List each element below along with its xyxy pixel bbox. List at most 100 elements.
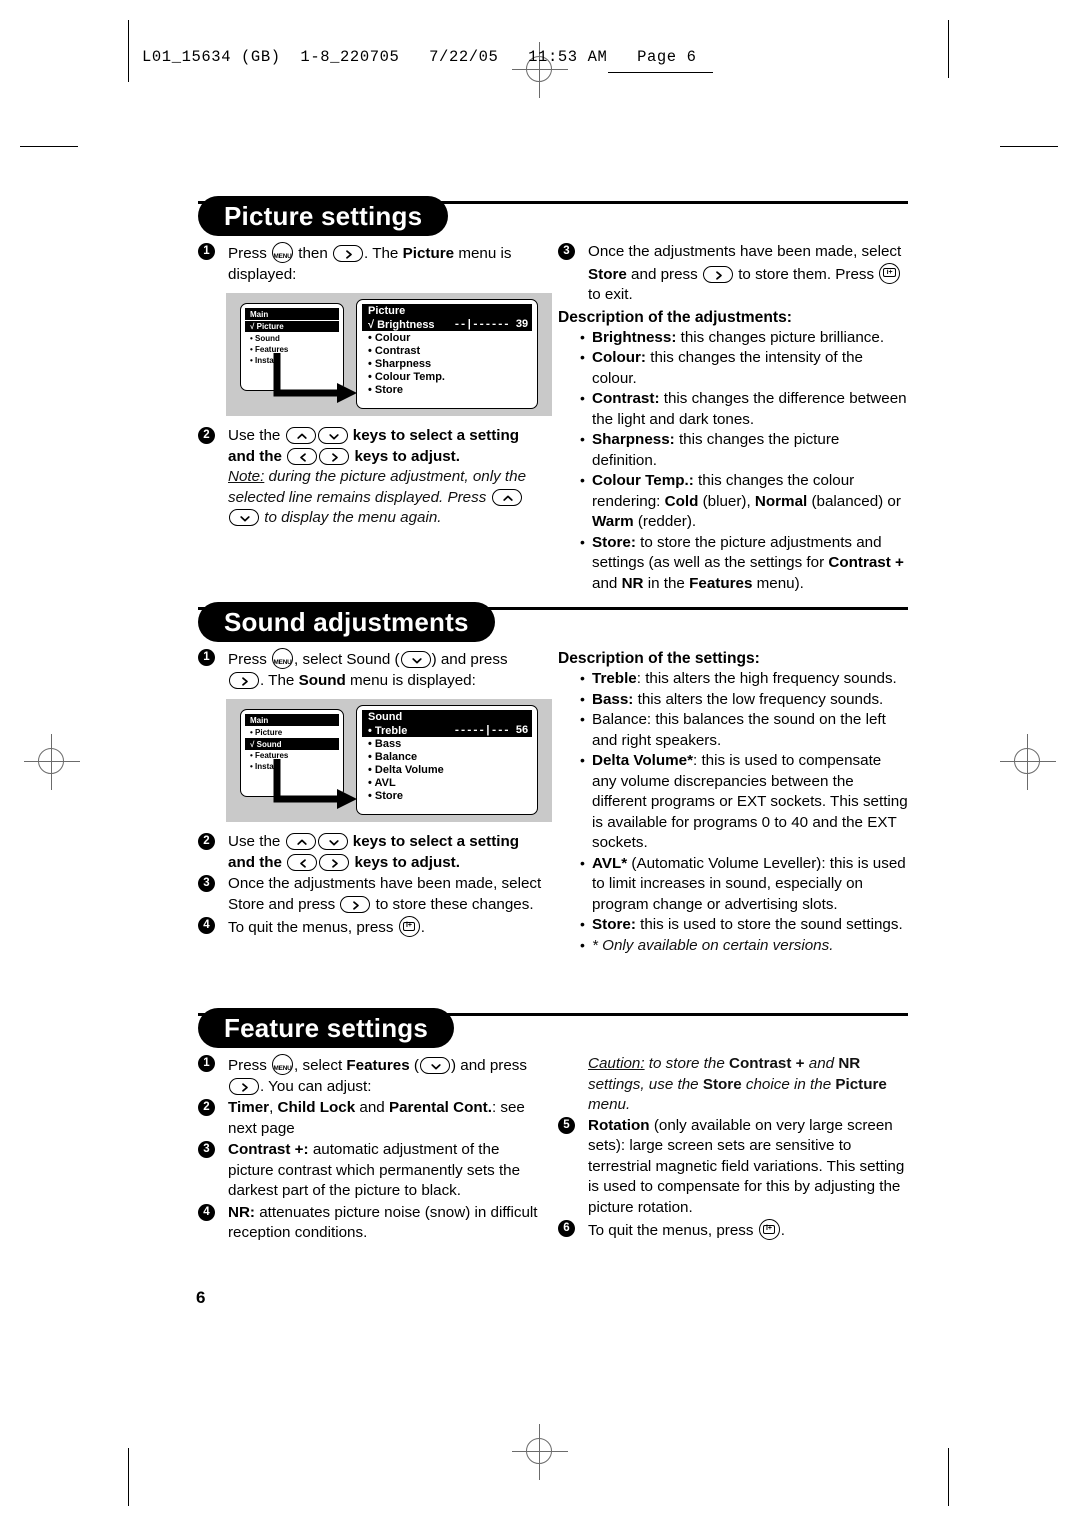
right-arrow-key-icon[interactable] bbox=[319, 447, 350, 465]
main-menu-title: Main bbox=[245, 714, 339, 726]
exit-info-button-icon[interactable] bbox=[758, 1219, 780, 1240]
features-keyword: Features bbox=[346, 1057, 410, 1074]
bullet-term: Brightness: bbox=[592, 328, 677, 346]
left-arrow-key-icon[interactable] bbox=[287, 853, 318, 871]
caution-label: Caution: bbox=[588, 1055, 645, 1072]
bullet-term: Contrast: bbox=[592, 390, 660, 407]
bullet-text: menu). bbox=[752, 574, 804, 592]
list-item: Treble: this alters the high frequency s… bbox=[580, 668, 908, 690]
menu-button-icon[interactable]: MENU bbox=[272, 242, 294, 263]
main-menu-item-sound[interactable]: √ Sound bbox=[245, 738, 339, 750]
right-arrow-key-icon[interactable] bbox=[319, 853, 350, 871]
submenu-item-sharpness[interactable]: • Sharpness bbox=[362, 357, 532, 370]
up-arrow-key-icon[interactable] bbox=[285, 427, 316, 444]
submenu-item-treble[interactable]: • Treble -----|--- 56 bbox=[362, 724, 532, 737]
down-arrow-key-icon[interactable] bbox=[229, 509, 259, 526]
list-item: Bass: this alters the low frequency soun… bbox=[580, 689, 908, 711]
menu-button-icon[interactable]: MENU bbox=[272, 648, 294, 669]
step-text-part: . bbox=[780, 1222, 785, 1239]
bullet-text: this alters the low frequency sounds. bbox=[633, 690, 884, 708]
up-arrow-key-icon[interactable] bbox=[491, 488, 522, 506]
right-arrow-key-icon[interactable] bbox=[702, 265, 733, 283]
list-item: Sharpness: this changes the picture defi… bbox=[580, 429, 908, 471]
picture-step-2: 2 Use the keys to select a setting and t… bbox=[198, 426, 543, 529]
step-number: 2 bbox=[198, 427, 215, 444]
picture-description-title: Description of the adjustments: bbox=[558, 308, 792, 326]
submenu-title: Picture bbox=[362, 304, 532, 318]
picture-step-3: 3 Once the adjustments have been made, s… bbox=[558, 242, 908, 306]
step-text-part: and bbox=[355, 1099, 389, 1116]
bullet-term: Colour: bbox=[592, 349, 646, 366]
submenu-item-balance[interactable]: • Balance bbox=[362, 750, 532, 763]
bullet-term: Treble bbox=[592, 670, 637, 687]
menu-button-icon[interactable]: MENU bbox=[272, 1054, 294, 1075]
step-text-part: to store these changes. bbox=[371, 895, 534, 913]
feature-settings-columns: 1 Press MENU, select Features () and pre… bbox=[198, 1054, 908, 1284]
page-title-sound-adjustments: Sound adjustments bbox=[198, 602, 495, 642]
store-keyword: Store bbox=[588, 265, 627, 283]
section-picture-settings: Picture settings 1 Press MENU then . The… bbox=[198, 196, 908, 592]
step-text-part: attenuates picture noise (snow) in diffi… bbox=[228, 1203, 538, 1242]
bullet-term: AVL* bbox=[592, 854, 628, 872]
bullet-bold: Normal bbox=[754, 492, 808, 510]
feature-settings-heading-row: Feature settings bbox=[198, 1008, 908, 1054]
store-keyword: Store bbox=[702, 1075, 742, 1093]
bullet-term: Store: bbox=[592, 916, 636, 933]
step-text-part: Press bbox=[228, 245, 272, 262]
submenu-item-colour-temp[interactable]: • Colour Temp. bbox=[362, 370, 532, 383]
submenu-item-store[interactable]: • Store bbox=[362, 383, 532, 396]
step-number: 4 bbox=[198, 917, 215, 934]
sound-step-3: 3 Once the adjustments have been made, s… bbox=[198, 874, 543, 915]
main-menu-item-picture[interactable]: √ Picture bbox=[245, 321, 339, 333]
contrast-plus-keyword: Contrast + bbox=[729, 1055, 805, 1072]
submenu-item-avl[interactable]: • AVL bbox=[362, 776, 532, 789]
page-title-picture-settings: Picture settings bbox=[198, 196, 449, 236]
contrast-plus-keyword: Contrast +: bbox=[228, 1141, 309, 1158]
down-arrow-key-icon[interactable] bbox=[400, 651, 431, 668]
exit-info-button-icon[interactable] bbox=[398, 916, 420, 937]
submenu-item-brightness[interactable]: √ Brightness --|------ 39 bbox=[362, 318, 532, 331]
right-arrow-key-icon[interactable] bbox=[340, 895, 371, 913]
right-arrow-key-icon[interactable] bbox=[333, 245, 364, 262]
submenu-item-contrast[interactable]: • Contrast bbox=[362, 344, 532, 357]
main-menu-item-sound[interactable]: • Sound bbox=[245, 332, 339, 343]
down-arrow-key-icon[interactable] bbox=[419, 1057, 450, 1074]
step-text-part: To quit the menus, press bbox=[588, 1222, 758, 1239]
step-text-part: . bbox=[420, 919, 425, 936]
sound-step-2: 2 Use the keys to select a setting and t… bbox=[198, 832, 543, 873]
picture-keyword: Picture bbox=[402, 245, 455, 262]
bullet-text: in the bbox=[643, 574, 690, 592]
down-arrow-key-icon[interactable] bbox=[317, 427, 348, 444]
submenu-item-colour[interactable]: • Colour bbox=[362, 331, 532, 344]
list-item: Colour: this changes the intensity of th… bbox=[580, 347, 908, 389]
step-text-part: , select bbox=[294, 1057, 347, 1074]
sound-adjustments-heading-row: Sound adjustments bbox=[198, 602, 908, 648]
bullet-text: Balance: this balances the sound on the … bbox=[592, 711, 886, 749]
sound-adjustments-columns: 1 Press MENU, select Sound () and press … bbox=[198, 648, 908, 1008]
main-menu-item-picture[interactable]: • Picture bbox=[245, 727, 339, 738]
sound-description-title: Description of the settings: bbox=[558, 650, 760, 667]
up-arrow-key-icon[interactable] bbox=[285, 833, 316, 850]
bullet-bold: Contrast + bbox=[828, 554, 904, 571]
submenu-item-store[interactable]: • Store bbox=[362, 789, 532, 802]
picture-submenu-panel: Picture √ Brightness --|------ 39 • Colo… bbox=[356, 299, 538, 409]
step-text-part: . The bbox=[364, 245, 403, 262]
submenu-item-delta-volume[interactable]: • Delta Volume bbox=[362, 763, 532, 776]
picture-right-column: 3 Once the adjustments have been made, s… bbox=[558, 242, 908, 594]
exit-info-button-icon[interactable] bbox=[879, 262, 901, 284]
submenu-item-bass[interactable]: • Bass bbox=[362, 737, 532, 750]
feature-caution: Caution: to store the Contrast + and NR … bbox=[558, 1054, 908, 1116]
sound-keyword: Sound bbox=[298, 671, 346, 689]
step-text-part: to exit. bbox=[588, 286, 633, 303]
right-arrow-key-icon[interactable] bbox=[229, 671, 259, 689]
list-item: AVL* (Automatic Volume Leveller): this i… bbox=[580, 853, 908, 916]
bullet-text: (redder). bbox=[633, 513, 697, 530]
caution-text: menu. bbox=[588, 1096, 631, 1113]
left-arrow-key-icon[interactable] bbox=[287, 447, 318, 465]
menu-flow-arrow bbox=[271, 353, 363, 410]
down-arrow-key-icon[interactable] bbox=[317, 833, 348, 850]
picture-settings-columns: 1 Press MENU then . The Picture menu is … bbox=[198, 242, 908, 592]
right-arrow-key-icon[interactable] bbox=[229, 1077, 259, 1095]
step-text-part: , select Sound ( bbox=[294, 651, 400, 668]
step-text-part: Press bbox=[228, 1057, 272, 1074]
